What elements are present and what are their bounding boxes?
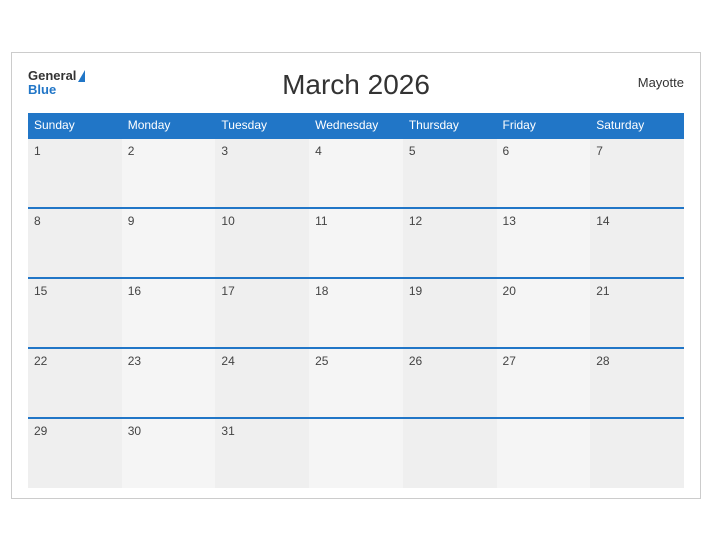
day-number: 24 [221, 354, 234, 368]
calendar-week-row: 22 23 24 25 26 27 28 [28, 348, 684, 418]
day-number: 31 [221, 424, 234, 438]
calendar-day-cell: 20 [497, 278, 591, 348]
day-number: 1 [34, 144, 41, 158]
calendar-day-cell: 9 [122, 208, 216, 278]
day-number: 22 [34, 354, 47, 368]
day-number: 19 [409, 284, 422, 298]
day-number: 3 [221, 144, 228, 158]
calendar-day-cell [497, 418, 591, 488]
header-thursday: Thursday [403, 113, 497, 138]
weekday-header-row: Sunday Monday Tuesday Wednesday Thursday… [28, 113, 684, 138]
calendar-day-cell: 28 [590, 348, 684, 418]
calendar-day-cell: 15 [28, 278, 122, 348]
calendar-day-cell: 13 [497, 208, 591, 278]
day-number: 25 [315, 354, 328, 368]
logo-triangle-icon [78, 70, 85, 82]
header-saturday: Saturday [590, 113, 684, 138]
logo-blue-text: Blue [28, 83, 85, 97]
day-number: 21 [596, 284, 609, 298]
day-number: 2 [128, 144, 135, 158]
header-friday: Friday [497, 113, 591, 138]
calendar-header: General Blue March 2026 Mayotte [28, 69, 684, 101]
header-wednesday: Wednesday [309, 113, 403, 138]
calendar-day-cell: 29 [28, 418, 122, 488]
calendar-day-cell: 2 [122, 138, 216, 208]
calendar-day-cell: 10 [215, 208, 309, 278]
logo: General Blue [28, 69, 85, 98]
calendar-day-cell: 21 [590, 278, 684, 348]
calendar-title: March 2026 [282, 69, 430, 101]
day-number: 7 [596, 144, 603, 158]
header-tuesday: Tuesday [215, 113, 309, 138]
day-number: 10 [221, 214, 234, 228]
calendar-body: 1234567891011121314151617181920212223242… [28, 138, 684, 488]
calendar-day-cell: 19 [403, 278, 497, 348]
day-number: 14 [596, 214, 609, 228]
day-number: 9 [128, 214, 135, 228]
calendar-day-cell [309, 418, 403, 488]
calendar-week-row: 8 9 10 11 12 13 14 [28, 208, 684, 278]
day-number: 8 [34, 214, 41, 228]
day-number: 20 [503, 284, 516, 298]
day-number: 23 [128, 354, 141, 368]
calendar-day-cell: 25 [309, 348, 403, 418]
calendar-day-cell: 7 [590, 138, 684, 208]
day-number: 4 [315, 144, 322, 158]
calendar-day-cell [403, 418, 497, 488]
calendar-day-cell: 24 [215, 348, 309, 418]
day-number: 11 [315, 214, 327, 228]
calendar-day-cell: 3 [215, 138, 309, 208]
calendar-day-cell: 12 [403, 208, 497, 278]
calendar-week-row: 29 30 31 [28, 418, 684, 488]
calendar-day-cell [590, 418, 684, 488]
calendar-week-row: 15 16 17 18 19 20 21 [28, 278, 684, 348]
day-number: 6 [503, 144, 510, 158]
calendar-day-cell: 1 [28, 138, 122, 208]
day-number: 29 [34, 424, 47, 438]
day-number: 13 [503, 214, 516, 228]
day-number: 15 [34, 284, 47, 298]
logo-general-text: General [28, 69, 85, 83]
calendar-table: Sunday Monday Tuesday Wednesday Thursday… [28, 113, 684, 488]
calendar-day-cell: 5 [403, 138, 497, 208]
calendar-week-row: 1 2 3 4 5 6 7 [28, 138, 684, 208]
calendar-container: General Blue March 2026 Mayotte Sunday M… [11, 52, 701, 499]
day-number: 12 [409, 214, 422, 228]
day-number: 18 [315, 284, 328, 298]
calendar-day-cell: 11 [309, 208, 403, 278]
calendar-day-cell: 30 [122, 418, 216, 488]
calendar-day-cell: 22 [28, 348, 122, 418]
calendar-day-cell: 6 [497, 138, 591, 208]
calendar-day-cell: 8 [28, 208, 122, 278]
calendar-day-cell: 23 [122, 348, 216, 418]
day-number: 17 [221, 284, 234, 298]
day-number: 28 [596, 354, 609, 368]
calendar-day-cell: 16 [122, 278, 216, 348]
day-number: 5 [409, 144, 416, 158]
calendar-day-cell: 18 [309, 278, 403, 348]
day-number: 26 [409, 354, 422, 368]
day-number: 27 [503, 354, 516, 368]
calendar-day-cell: 17 [215, 278, 309, 348]
calendar-day-cell: 4 [309, 138, 403, 208]
calendar-day-cell: 14 [590, 208, 684, 278]
calendar-day-cell: 26 [403, 348, 497, 418]
calendar-region: Mayotte [638, 75, 684, 90]
header-sunday: Sunday [28, 113, 122, 138]
calendar-day-cell: 31 [215, 418, 309, 488]
day-number: 30 [128, 424, 141, 438]
header-monday: Monday [122, 113, 216, 138]
day-number: 16 [128, 284, 141, 298]
calendar-day-cell: 27 [497, 348, 591, 418]
